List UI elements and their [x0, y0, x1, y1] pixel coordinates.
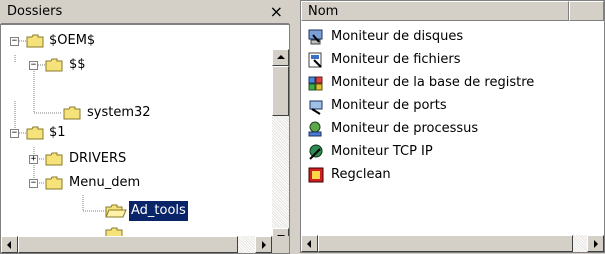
column-header-spare[interactable]: [569, 1, 604, 21]
collapse-icon[interactable]: −: [29, 61, 38, 70]
arrow-right-icon: [594, 240, 598, 248]
expand-icon[interactable]: +: [29, 155, 38, 164]
tree-item-label: DRIVERS: [69, 151, 127, 166]
file-list-pane: Nom Moniteur de disques Moniteur de fich…: [300, 0, 605, 253]
folder-open-icon: [26, 34, 44, 48]
folder-icon: [63, 106, 81, 120]
folders-pane: Dossiers × − $OEM$ − $$ system32 − $1 + …: [0, 0, 292, 254]
scroll-thumb[interactable]: [272, 66, 289, 116]
list-item-label: Regclean: [331, 167, 391, 182]
tcpip-monitor-icon: [309, 144, 323, 160]
collapse-icon[interactable]: −: [10, 129, 19, 138]
tree-item-label: Menu_dem: [69, 175, 141, 190]
list-item-label: Moniteur TCP IP: [331, 144, 433, 159]
folder-open-icon: [105, 204, 127, 218]
folder-icon: [45, 152, 63, 166]
folders-pane-header: Dossiers ×: [1, 1, 289, 24]
arrow-left-icon: [307, 240, 311, 248]
scroll-thumb[interactable]: [18, 236, 238, 253]
list-item-label: Moniteur de la base de registre: [331, 75, 535, 90]
collapse-icon[interactable]: −: [10, 37, 19, 46]
tree-item-system32[interactable]: system32: [1, 103, 251, 123]
tree-horizontal-scrollbar[interactable]: [1, 236, 272, 253]
arrow-left-icon: [7, 241, 11, 249]
arrow-right-icon: [262, 241, 266, 249]
list-item-label: Moniteur de processus: [331, 121, 479, 136]
scroll-thumb[interactable]: [318, 235, 573, 252]
process-monitor-icon: [308, 121, 322, 137]
tree-item-label: $1: [49, 125, 66, 140]
collapse-icon[interactable]: −: [29, 179, 38, 188]
folder-tree: − $OEM$ − $$ system32 − $1 + DRIVERS − M…: [0, 24, 290, 254]
folder-open-icon: [45, 58, 63, 72]
tree-item-dollar-dollar[interactable]: − $$: [1, 55, 251, 75]
tree-item-label: $OEM$: [49, 33, 96, 48]
close-icon[interactable]: ×: [270, 1, 283, 23]
folders-pane-title: Dossiers: [7, 4, 63, 19]
scroll-up-button[interactable]: [272, 49, 289, 66]
folder-open-icon: [26, 126, 44, 140]
list-item-label: Moniteur de ports: [331, 98, 447, 113]
column-header-name[interactable]: Nom: [301, 1, 569, 21]
scroll-right-button[interactable]: [587, 235, 604, 252]
scroll-right-button[interactable]: [255, 236, 272, 253]
tree-item-oem[interactable]: − $OEM$: [1, 31, 251, 51]
tree-item-drivers[interactable]: + DRIVERS: [1, 149, 251, 169]
folder-open-icon: [45, 176, 63, 190]
tree-item-dollar-one[interactable]: − $1: [1, 123, 251, 143]
tree-item-label: system32: [87, 105, 151, 120]
scroll-left-button[interactable]: [301, 235, 318, 252]
arrow-up-icon: [277, 55, 285, 59]
scroll-left-button[interactable]: [1, 236, 18, 253]
list-item-label: Moniteur de fichiers: [331, 52, 461, 67]
registry-monitor-icon: [308, 76, 323, 91]
file-monitor-icon: [308, 52, 322, 68]
tree-item-label: Ad_tools: [128, 200, 189, 222]
tree-item-ad-tools[interactable]: Ad_tools: [1, 200, 251, 222]
scrollbar-corner: [272, 236, 289, 253]
pane-splitter[interactable]: [292, 0, 300, 253]
regclean-icon: [308, 167, 324, 183]
tree-item-label: $$: [69, 57, 86, 72]
disk-monitor-icon: [308, 29, 323, 45]
list-item-label: Moniteur de disques: [331, 29, 464, 44]
port-monitor-icon: [309, 100, 323, 115]
list-horizontal-scrollbar[interactable]: [301, 235, 604, 252]
tree-vertical-scrollbar[interactable]: [272, 49, 289, 245]
tree-item-menu-dem[interactable]: − Menu_dem: [1, 173, 251, 193]
